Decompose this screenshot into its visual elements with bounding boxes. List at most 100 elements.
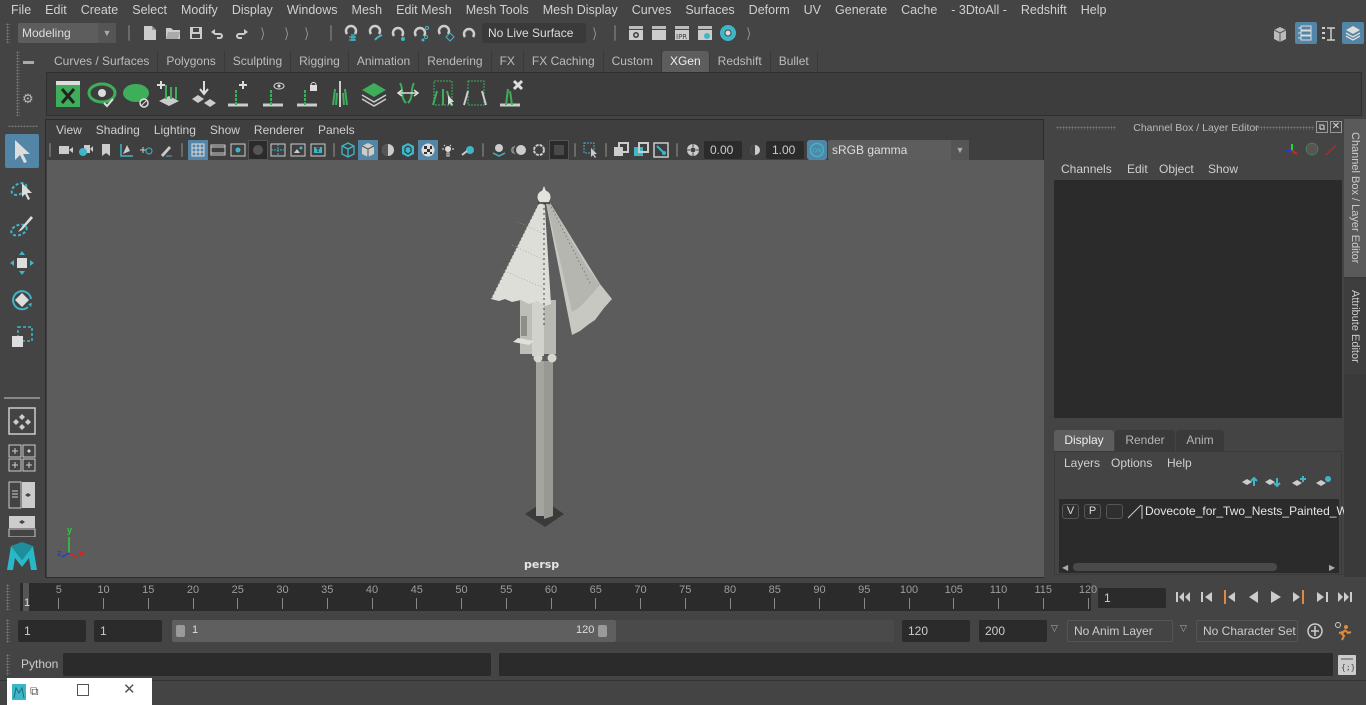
viewport-menu-lighting[interactable]: Lighting bbox=[147, 123, 203, 137]
show-menu[interactable]: Show bbox=[1208, 162, 1238, 176]
close-window-icon[interactable]: ✕ bbox=[123, 680, 136, 698]
tab-display[interactable]: Display bbox=[1054, 430, 1114, 451]
shelf-tab-polygons[interactable]: Polygons bbox=[158, 51, 225, 72]
playback-start-field[interactable]: 1 bbox=[94, 620, 162, 642]
layer-color-swatch-icon[interactable] bbox=[1127, 504, 1143, 519]
shelf-menu-icon[interactable] bbox=[23, 61, 34, 64]
viewport-menu-panels[interactable]: Panels bbox=[311, 123, 362, 137]
range-start-handle[interactable] bbox=[176, 625, 185, 637]
xray-icon[interactable] bbox=[611, 140, 631, 160]
range-slider[interactable]: 1 120 bbox=[172, 620, 616, 642]
screen-space-ao-icon[interactable] bbox=[489, 140, 509, 160]
textured-icon[interactable] bbox=[418, 140, 438, 160]
use-all-lights-icon[interactable] bbox=[438, 140, 458, 160]
shelf-tab-custom[interactable]: Custom bbox=[603, 51, 662, 72]
collapse-section-icon[interactable]: ⟩ bbox=[260, 23, 265, 43]
drag-handle[interactable] bbox=[6, 23, 10, 43]
speed-icon[interactable] bbox=[1305, 142, 1319, 156]
bookmark-icon[interactable] bbox=[96, 140, 116, 160]
depth-of-field-icon[interactable] bbox=[549, 140, 569, 160]
menu-windows[interactable]: Windows bbox=[280, 0, 345, 20]
current-frame-field[interactable]: 1 bbox=[1098, 588, 1166, 608]
layer-row[interactable]: V P Dovecote_for_Two_Nests_Painted_Wh bbox=[1059, 499, 1354, 524]
horizontal-scrollbar[interactable]: ◀ ▶ bbox=[1059, 561, 1339, 573]
film-gate-icon[interactable] bbox=[208, 140, 228, 160]
tab-attribute-editor[interactable]: Attribute Editor bbox=[1344, 279, 1366, 374]
workspace-dropdown[interactable]: Modeling ▼ bbox=[18, 23, 116, 43]
wireframe-on-shaded-icon[interactable] bbox=[398, 140, 418, 160]
outliner-persp-layout[interactable] bbox=[5, 478, 39, 512]
viewport-menu-renderer[interactable]: Renderer bbox=[247, 123, 311, 137]
gamma-field[interactable]: 1.00 bbox=[766, 141, 804, 159]
shelf-tab-curves-surfaces[interactable]: Curves / Surfaces bbox=[46, 51, 159, 72]
dovecote-model[interactable] bbox=[491, 186, 612, 527]
shadows-icon[interactable] bbox=[458, 140, 478, 160]
exposure-icon[interactable] bbox=[683, 140, 703, 160]
shelf-tab-animation[interactable]: Animation bbox=[348, 51, 420, 72]
viewport-menu-shading[interactable]: Shading bbox=[89, 123, 147, 137]
character-set-dropdown[interactable]: No Character Set bbox=[1196, 620, 1298, 642]
command-input[interactable] bbox=[63, 653, 491, 676]
collapse-section-icon[interactable]: ⟩ bbox=[592, 23, 597, 43]
drag-handle[interactable] bbox=[8, 125, 38, 127]
snap-to-magnet-icon[interactable] bbox=[459, 23, 479, 43]
wireframe-icon[interactable] bbox=[338, 140, 358, 160]
viewport-menu-show[interactable]: Show bbox=[203, 123, 247, 137]
time-ruler[interactable]: 1 5 10 15 20 25 30 35 40 45 50 55 60 65 70 75 80 85 90 95 1… bbox=[20, 583, 1097, 611]
play-forwards-button[interactable] bbox=[1266, 586, 1286, 608]
animation-end-field[interactable]: 200 bbox=[979, 620, 1047, 642]
shelf-tab-sculpting[interactable]: Sculpting bbox=[224, 51, 292, 72]
maximize-icon[interactable] bbox=[77, 684, 89, 696]
play-backwards-button[interactable] bbox=[1243, 586, 1263, 608]
save-scene-icon[interactable] bbox=[186, 23, 206, 43]
default-material-icon[interactable] bbox=[378, 140, 398, 160]
menu-mesh-display[interactable]: Mesh Display bbox=[536, 0, 625, 20]
tool-settings-toggle-icon[interactable] bbox=[1319, 24, 1339, 44]
shelf-tab-redshift[interactable]: Redshift bbox=[709, 51, 771, 72]
menu-generate[interactable]: Generate bbox=[828, 0, 894, 20]
isolate-select-icon[interactable] bbox=[581, 140, 601, 160]
guide-cv-icon[interactable] bbox=[461, 79, 491, 109]
tab-render[interactable]: Render bbox=[1115, 430, 1175, 451]
step-forward-key-button[interactable] bbox=[1312, 586, 1332, 608]
menu-mesh[interactable]: Mesh bbox=[345, 0, 390, 20]
menu-uv[interactable]: UV bbox=[797, 0, 828, 20]
drag-handle[interactable] bbox=[6, 584, 10, 610]
camera-select-icon[interactable] bbox=[56, 140, 76, 160]
drag-handle[interactable] bbox=[6, 654, 10, 676]
move-tool[interactable] bbox=[5, 246, 39, 280]
shelf-tab-xgen[interactable]: XGen bbox=[661, 51, 710, 72]
viewport-menu-view[interactable]: View bbox=[49, 123, 89, 137]
command-language-label[interactable]: Python bbox=[21, 657, 58, 671]
snap-to-point-icon[interactable] bbox=[389, 23, 409, 43]
modeling-toolkit-icon[interactable] bbox=[1270, 24, 1290, 44]
tab-channel-box-layer-editor[interactable]: Channel Box / Layer Editor bbox=[1344, 119, 1366, 277]
motion-blur-icon[interactable] bbox=[509, 140, 529, 160]
manipulator-axis-icon[interactable] bbox=[1286, 144, 1298, 155]
safe-title-icon[interactable] bbox=[308, 140, 328, 160]
gamma-icon[interactable] bbox=[745, 140, 765, 160]
menu-redshift[interactable]: Redshift bbox=[1014, 0, 1074, 20]
ipr-render-icon[interactable]: IPR bbox=[672, 23, 692, 43]
animation-start-field[interactable]: 1 bbox=[18, 620, 86, 642]
character-set-dropdown-arrow[interactable]: ▽ bbox=[1180, 623, 1187, 634]
open-scene-icon[interactable] bbox=[163, 23, 183, 43]
2d-pan-zoom-icon[interactable] bbox=[136, 140, 156, 160]
rotate-tool[interactable] bbox=[5, 283, 39, 317]
move-layer-down-icon[interactable] bbox=[1265, 478, 1281, 488]
menu-help[interactable]: Help bbox=[1074, 0, 1114, 20]
drag-handle[interactable] bbox=[1254, 126, 1314, 130]
layer-playback-toggle[interactable]: P bbox=[1084, 504, 1101, 519]
xray-joints-icon[interactable] bbox=[651, 140, 671, 160]
anim-layer-dropdown-arrow[interactable]: ▽ bbox=[1051, 623, 1058, 634]
four-view-layout[interactable] bbox=[5, 441, 39, 475]
split-guides-icon[interactable] bbox=[325, 79, 355, 109]
layers-menu[interactable]: Layers bbox=[1064, 456, 1100, 470]
edit-menu[interactable]: Edit bbox=[1127, 162, 1148, 176]
layer-display-type-toggle[interactable] bbox=[1106, 504, 1123, 519]
restore-icon[interactable]: ⧉ bbox=[30, 684, 39, 699]
scroll-left-icon[interactable]: ◀ bbox=[1062, 563, 1068, 572]
snap-to-view-plane-icon[interactable] bbox=[412, 23, 432, 43]
menu-surfaces[interactable]: Surfaces bbox=[678, 0, 741, 20]
grid-toggle-icon[interactable] bbox=[188, 140, 208, 160]
